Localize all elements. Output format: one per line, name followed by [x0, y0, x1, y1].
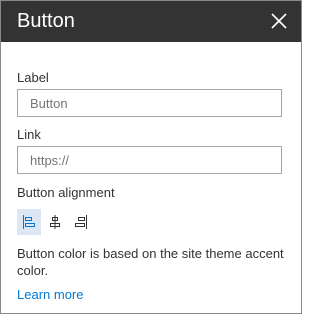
alignment-label: Button alignment	[17, 185, 115, 200]
link-input[interactable]	[17, 146, 282, 174]
learn-more-link[interactable]: Learn more	[17, 287, 83, 303]
align-left-icon	[23, 215, 35, 229]
align-right-button[interactable]	[69, 209, 93, 235]
panel-title: Button	[17, 10, 75, 32]
link-field-label: Link	[17, 127, 41, 142]
label-input[interactable]	[17, 89, 282, 117]
button-properties-panel: Button Label Link Button alignment	[0, 0, 302, 314]
align-right-icon	[75, 215, 87, 229]
close-button[interactable]	[269, 11, 289, 31]
label-field-label: Label	[17, 70, 49, 85]
panel-header: Button	[1, 1, 301, 42]
close-icon	[271, 13, 287, 29]
alignment-buttons	[17, 209, 93, 235]
theme-color-note: Button color is based on the site theme …	[17, 246, 284, 278]
align-left-button[interactable]	[17, 209, 41, 235]
align-center-icon	[50, 215, 60, 229]
align-center-button[interactable]	[43, 209, 67, 235]
